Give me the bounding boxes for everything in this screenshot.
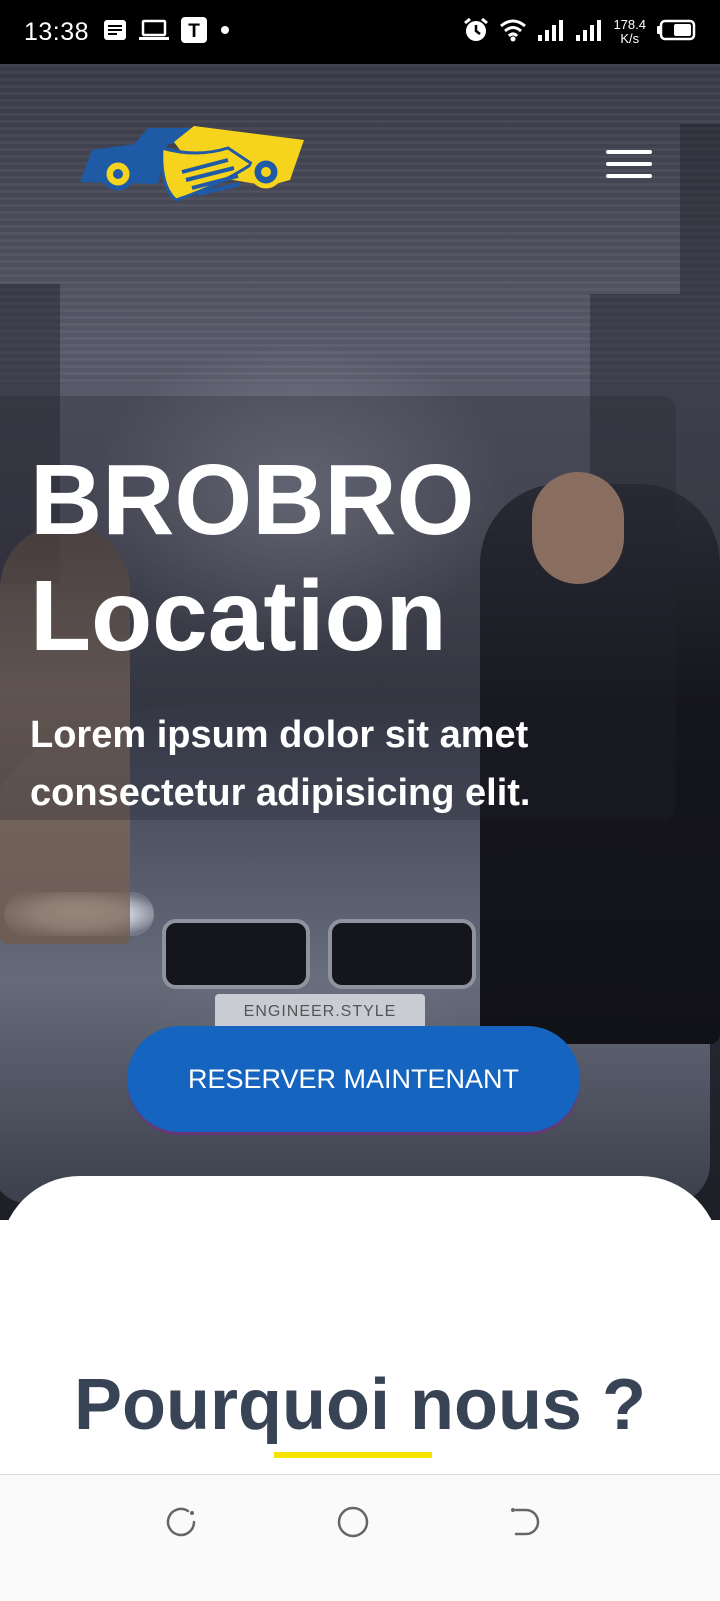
t-app-icon: T [181, 16, 208, 48]
section-title: Pourquoi nous ? [74, 1365, 646, 1445]
notes-icon [103, 19, 127, 46]
system-icons: 178.4 K/s [463, 17, 696, 48]
notification-icons: T [103, 16, 231, 48]
network-speed: 178.4 K/s [613, 18, 646, 46]
car-grille [328, 919, 476, 989]
back-icon[interactable] [508, 1505, 542, 1539]
wifi-icon [499, 18, 527, 47]
network-speed-unit: K/s [620, 31, 640, 46]
network-speed-value: 178.4 [613, 17, 646, 32]
hero-subtitle-line1: Lorem ipsum dolor sit amet [30, 714, 529, 756]
hero-title: BROBRO Location [30, 442, 670, 674]
hero-title-line1: BROBRO [30, 444, 475, 556]
car-grille [162, 919, 310, 989]
hero-title-line2: Location [30, 560, 447, 672]
hamburger-menu-icon[interactable] [606, 146, 652, 182]
system-navigation-bar [0, 1474, 720, 1601]
laptop-icon [139, 19, 170, 46]
signal-icon-2 [575, 19, 603, 46]
hero-subtitle-line2: consectetur adipisicing elit. [30, 772, 531, 814]
signal-icon [537, 19, 565, 46]
status-time: 13:38 [24, 17, 90, 46]
dot-icon [219, 23, 231, 41]
home-icon[interactable] [336, 1505, 370, 1539]
car-plate: ENGINEER.STYLE [215, 994, 425, 1030]
hero-subtitle: Lorem ipsum dolor sit amet consectetur a… [30, 706, 650, 822]
recent-apps-icon[interactable] [164, 1505, 198, 1539]
reserve-now-button[interactable]: RESERVER MAINTENANT [127, 1026, 580, 1132]
hero-section: ENGINEER.STYLE BROBRO Location Lorem ips… [0, 64, 720, 1220]
status-bar: 13:38 T 178.4 K/s [0, 0, 720, 64]
brand-logo[interactable] [78, 124, 304, 204]
alarm-icon [463, 17, 489, 48]
title-underline [274, 1452, 432, 1458]
t-app-letter: T [188, 21, 200, 42]
battery-icon [656, 19, 696, 46]
